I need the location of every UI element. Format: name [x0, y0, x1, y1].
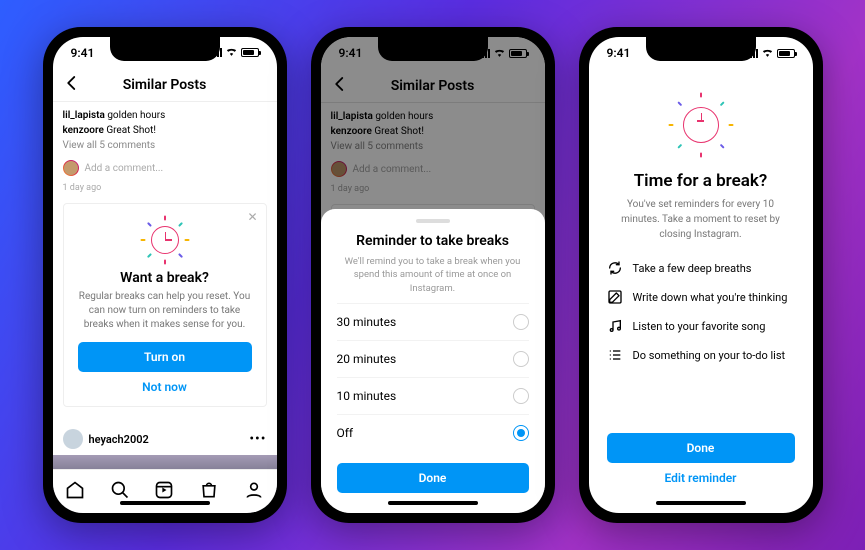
edit-icon [607, 289, 623, 305]
break-title: Time for a break? [607, 171, 795, 191]
clock-icon [669, 93, 733, 157]
clock-icon [141, 216, 189, 264]
done-button[interactable]: Done [607, 433, 795, 463]
home-icon[interactable] [65, 480, 85, 504]
search-icon[interactable] [110, 480, 130, 504]
close-icon[interactable]: ✕ [247, 210, 257, 224]
option-off[interactable]: Off [337, 414, 529, 451]
sheet-title: Reminder to take breaks [337, 233, 529, 249]
radio-icon-selected [513, 425, 529, 441]
screen-3: 9:41 Time for [589, 37, 813, 513]
comment-text: Great Shot! [106, 125, 156, 136]
sheet-subtitle: We'll remind you to take a break when yo… [337, 255, 529, 295]
radio-icon [513, 314, 529, 330]
sheet-grabber[interactable] [416, 219, 450, 223]
more-icon[interactable]: ••• [249, 431, 266, 447]
card-body: Regular breaks can help you reset. You c… [78, 290, 252, 332]
break-prompt-card: ✕ Want a break? Regular breaks can help … [63, 203, 267, 407]
caption-text: golden hours [107, 110, 165, 121]
avatar [63, 160, 79, 176]
wifi-icon [761, 47, 774, 60]
done-button[interactable]: Done [337, 463, 529, 493]
profile-icon[interactable] [244, 480, 264, 504]
wifi-icon [225, 46, 238, 59]
status-time: 9:41 [607, 46, 631, 60]
break-buttons: Done Edit reminder [589, 423, 813, 513]
tip-todo: Do something on your to-do list [607, 347, 795, 363]
caption-user[interactable]: lil_lapista [63, 110, 105, 121]
phone-1: 9:41 Similar Posts lil_lapista golden ho… [43, 27, 287, 523]
edit-reminder-button[interactable]: Edit reminder [607, 463, 795, 485]
battery-icon [777, 49, 795, 58]
battery-icon [241, 48, 259, 57]
tab-bar [53, 469, 277, 513]
music-icon [607, 318, 623, 334]
break-subtitle: You've set reminders for every 10 minute… [607, 197, 795, 242]
avatar[interactable] [63, 429, 83, 449]
view-all-comments[interactable]: View all 5 comments [63, 138, 267, 153]
card-title: Want a break? [78, 270, 252, 286]
reminder-sheet: Reminder to take breaks We'll remind you… [321, 209, 545, 513]
turn-on-button[interactable]: Turn on [78, 342, 252, 372]
post-username[interactable]: heyach2002 [89, 433, 244, 446]
option-20min[interactable]: 20 minutes [337, 340, 529, 377]
tip-breathe: Take a few deep breaths [607, 260, 795, 276]
radio-icon [513, 388, 529, 404]
post-timestamp: 1 day ago [53, 181, 277, 199]
break-screen: Time for a break? You've set reminders f… [589, 69, 813, 423]
phone-3: 9:41 Time for [579, 27, 823, 523]
phone-2: 9:41 Similar Posts lil_lapista golden ho… [311, 27, 555, 523]
page-title: Similar Posts [123, 77, 207, 93]
notch [110, 37, 220, 61]
tip-music: Listen to your favorite song [607, 318, 795, 334]
status-time: 9:41 [71, 46, 95, 60]
comment-input[interactable]: Add a comment... [85, 163, 164, 174]
notch [378, 37, 488, 61]
refresh-icon [607, 260, 623, 276]
post-caption-area: lil_lapista golden hours kenzoore Great … [53, 102, 277, 157]
option-30min[interactable]: 30 minutes [337, 303, 529, 340]
radio-icon [513, 351, 529, 367]
add-comment-row[interactable]: Add a comment... [53, 157, 277, 181]
reels-icon[interactable] [154, 480, 174, 504]
tip-write: Write down what you're thinking [607, 289, 795, 305]
nav-header: Similar Posts [53, 69, 277, 103]
notch [646, 37, 756, 61]
list-icon [607, 347, 623, 363]
option-10min[interactable]: 10 minutes [337, 377, 529, 414]
modal-overlay[interactable]: Reminder to take breaks We'll remind you… [321, 37, 545, 513]
comment-user[interactable]: kenzoore [63, 125, 104, 136]
shop-icon[interactable] [199, 480, 219, 504]
back-icon[interactable] [63, 74, 81, 95]
tips-list: Take a few deep breaths Write down what … [607, 260, 795, 363]
screen-2: 9:41 Similar Posts lil_lapista golden ho… [321, 37, 545, 513]
screen-1: 9:41 Similar Posts lil_lapista golden ho… [53, 37, 277, 513]
not-now-button[interactable]: Not now [78, 372, 252, 394]
